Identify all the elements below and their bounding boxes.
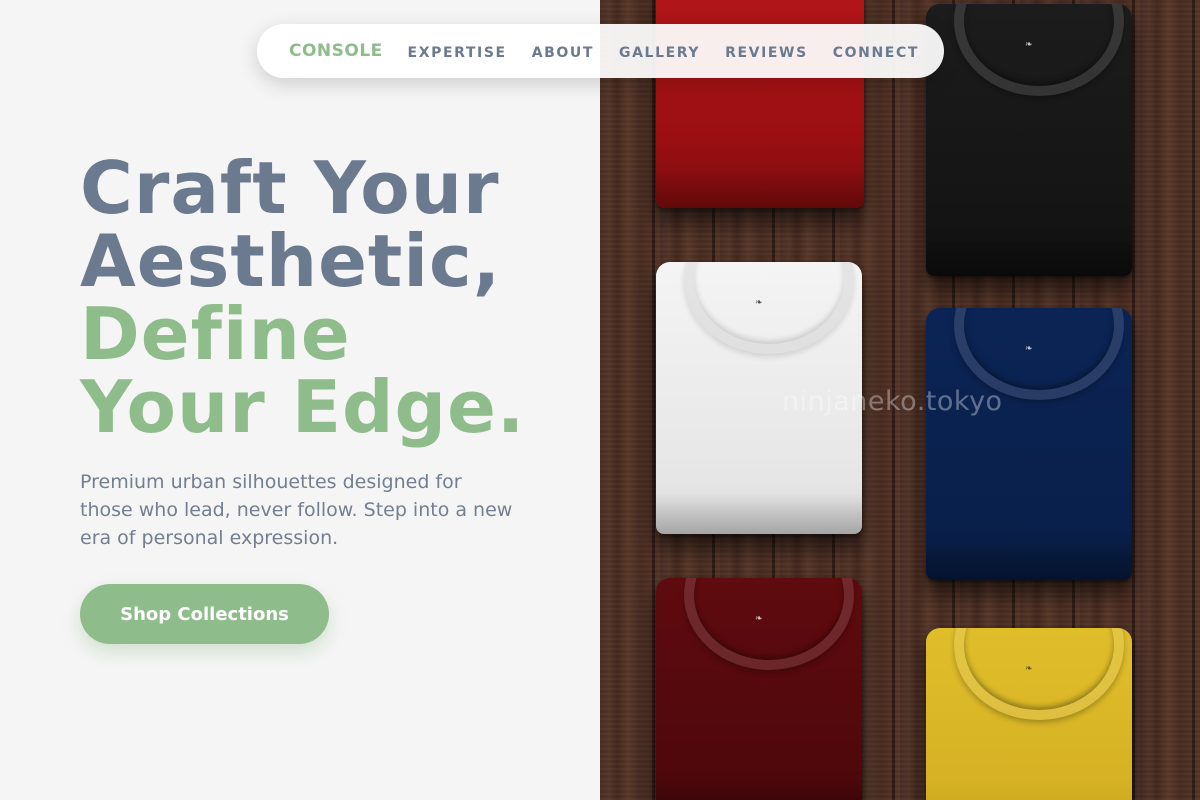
image-watermark: ninjaneko.tokyo (782, 386, 1003, 417)
shop-collections-button[interactable]: Shop Collections (80, 584, 329, 644)
nav-link-about[interactable]: ABOUT (532, 45, 594, 61)
hero-subtext: Premium urban silhouettes designed for t… (80, 471, 513, 549)
nav-link-gallery[interactable]: GALLERY (619, 45, 700, 61)
headline-line-1: Craft Your (80, 146, 500, 230)
nav-link-expertise[interactable]: EXPERTISE (408, 45, 507, 61)
shirt-tag-icon: ❧ (1025, 664, 1033, 674)
page: CONSOLE EXPERTISE ABOUT GALLERY REVIEWS … (0, 0, 1200, 800)
hero-text-panel: Craft Your Aesthetic, Define Your Edge. … (0, 0, 600, 800)
headline-line-3: Define (80, 292, 351, 376)
shirt-tag-icon: ❧ (755, 298, 763, 308)
shirt-tag-icon: ❧ (1025, 40, 1033, 50)
brand-logo-link[interactable]: CONSOLE (289, 24, 383, 78)
top-nav: CONSOLE EXPERTISE ABOUT GALLERY REVIEWS … (257, 24, 944, 78)
nav-link-connect[interactable]: CONNECT (833, 45, 919, 61)
shirt-tag-icon: ❧ (1025, 344, 1033, 354)
nav-link-reviews[interactable]: REVIEWS (725, 45, 808, 61)
nav-links: EXPERTISE ABOUT GALLERY REVIEWS CONNECT (408, 24, 919, 78)
hero-headline: Craft Your Aesthetic, Define Your Edge. (80, 152, 525, 444)
folded-shirt-yellow: ❧ (926, 628, 1132, 800)
folded-shirt-navy: ❧ (926, 308, 1132, 580)
folded-shirt-maroon: ❧ (656, 578, 862, 800)
folded-shirt-black: ❧ (926, 4, 1132, 276)
hero-image-panel: ❧ ❧ ❧ ❧ ❧ ninjaneko.tokyo (600, 0, 1200, 800)
headline-line-2: Aesthetic, (80, 219, 502, 303)
headline-line-4: Your Edge. (80, 365, 526, 449)
shirt-tag-icon: ❧ (755, 614, 763, 624)
